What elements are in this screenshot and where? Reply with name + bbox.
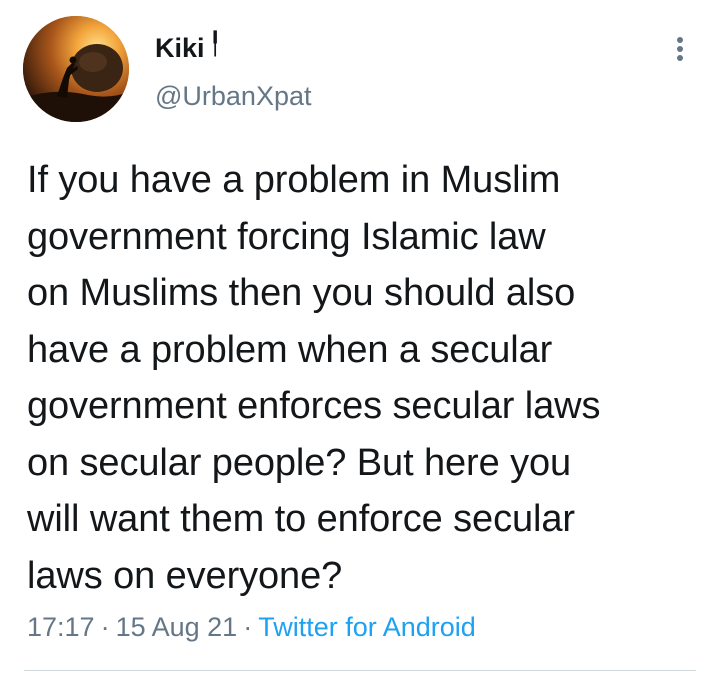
tweet-source-link[interactable]: Twitter for Android: [258, 612, 476, 642]
tweet-time[interactable]: 17:17: [27, 612, 95, 642]
more-vertical-icon: [677, 37, 683, 61]
avatar[interactable]: [23, 16, 129, 122]
meta-separator: ·: [243, 612, 253, 642]
tweet-date[interactable]: 15 Aug 21: [116, 612, 238, 642]
more-options-button[interactable]: [672, 34, 696, 74]
user-handle[interactable]: @UrbanXpat: [155, 80, 312, 112]
tweet-text: If you have a problem in Muslim governme…: [27, 159, 601, 597]
meta-separator: ·: [100, 612, 110, 642]
display-name-row[interactable]: Kiki ╿: [155, 31, 312, 64]
avatar-image: [23, 16, 129, 122]
tweet-card: Kiki ╿ @UrbanXpat If you have a problem …: [0, 0, 720, 675]
divider: [24, 670, 696, 671]
name-glyph: ╿: [208, 31, 222, 56]
tweet-header: Kiki ╿ @UrbanXpat: [0, 0, 720, 140]
display-name: Kiki: [155, 33, 205, 63]
author-info: Kiki ╿ @UrbanXpat: [155, 31, 312, 112]
tweet-meta: 17:17 · 15 Aug 21 · Twitter for Android: [27, 610, 476, 644]
